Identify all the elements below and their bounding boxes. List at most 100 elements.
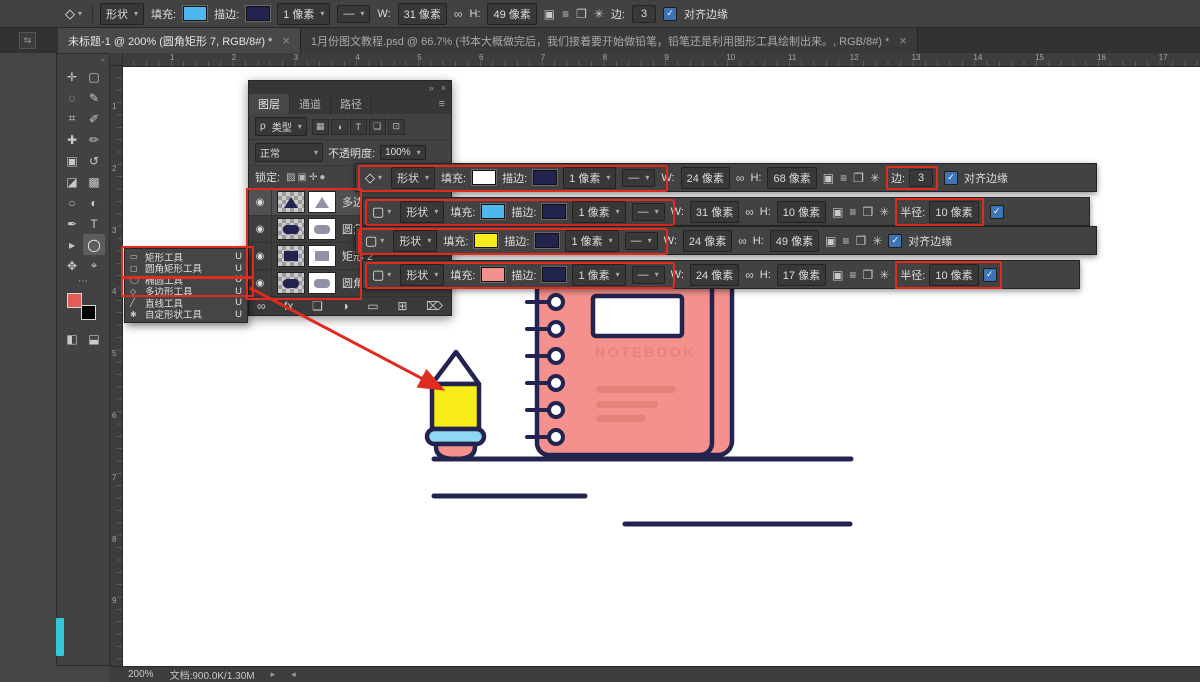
blur-tool[interactable]: ○ — [61, 192, 83, 213]
link-layers-icon[interactable]: ∞ — [257, 300, 266, 312]
shape-filter-icon[interactable]: ❏ — [369, 119, 386, 135]
visibility-eye-icon[interactable]: ◉ — [249, 189, 272, 215]
align-icon[interactable]: ≡ — [842, 235, 849, 247]
path-operations-icon[interactable]: ▣ — [544, 8, 555, 20]
quick-select-tool[interactable]: ✎ — [83, 87, 105, 108]
flyout-item[interactable]: ✱自定形状工具U — [125, 309, 247, 321]
align-icon[interactable]: ≡ — [840, 172, 847, 184]
stroke-swatch[interactable] — [246, 6, 270, 21]
height-field[interactable]: 68 像素 — [767, 167, 816, 189]
flyout-item[interactable]: ◇多边形工具U — [125, 286, 247, 298]
tab-layers[interactable]: 图层 — [249, 94, 290, 114]
visibility-eye-icon[interactable]: ◉ — [249, 216, 272, 242]
line-style-dropdown[interactable]: —▾ — [632, 266, 665, 284]
brush-tool[interactable]: ✏ — [83, 129, 105, 150]
gear-icon[interactable]: ✳ — [879, 206, 889, 218]
width-field[interactable]: 24 像素 — [681, 167, 730, 189]
gradient-tool[interactable]: ▩ — [83, 171, 105, 192]
dodge-tool[interactable]: ◐ — [83, 192, 105, 213]
tool-preset-dropdown[interactable]: ◇ ▾ — [62, 6, 85, 21]
status-arrow-icon[interactable]: ◂ — [291, 669, 296, 680]
zoom-level[interactable]: 200% — [128, 669, 154, 680]
panel-close-icon[interactable]: × — [441, 83, 446, 93]
new-layer-icon[interactable]: ⊞ — [397, 300, 407, 312]
type-tool[interactable]: T — [83, 213, 105, 234]
gear-icon[interactable]: ✳ — [870, 172, 880, 184]
line-style-dropdown[interactable]: —▾ — [625, 232, 658, 250]
type-filter-icon[interactable]: T — [350, 119, 367, 135]
gear-icon[interactable]: ✳ — [594, 8, 604, 20]
align-icon[interactable]: ≡ — [562, 8, 569, 20]
sides-field[interactable]: 3 — [632, 5, 656, 23]
width-field[interactable]: 24 像素 — [683, 230, 732, 252]
link-dimensions-icon[interactable]: ∞ — [745, 206, 754, 218]
sides-field[interactable]: 3 — [909, 169, 933, 187]
close-icon[interactable]: × — [899, 33, 907, 48]
lasso-tool[interactable]: ◌ — [61, 87, 83, 108]
align-edges-checkbox[interactable]: ✓ — [983, 268, 997, 282]
shape-mode-dropdown[interactable]: 形状▾ — [400, 201, 444, 223]
eraser-tool[interactable]: ◪ — [61, 171, 83, 192]
path-operations-icon[interactable]: ▣ — [825, 235, 836, 247]
stroke-swatch[interactable] — [542, 267, 566, 282]
height-field[interactable]: 49 像素 — [487, 3, 536, 25]
path-operations-icon[interactable]: ▣ — [832, 269, 843, 281]
align-edges-checkbox[interactable]: ✓ — [990, 205, 1004, 219]
lock-transparency-icon[interactable]: ▨ — [286, 172, 295, 183]
stroke-swatch[interactable] — [533, 170, 557, 185]
close-icon[interactable]: × — [282, 33, 290, 48]
smart-filter-icon[interactable]: ⊡ — [388, 119, 405, 135]
tab-channels[interactable]: 通道 — [290, 94, 331, 114]
line-style-dropdown[interactable]: — ▾ — [337, 5, 370, 23]
height-field[interactable]: 49 像素 — [770, 230, 819, 252]
link-dimensions-icon[interactable]: ∞ — [736, 172, 745, 184]
align-edges-checkbox[interactable]: ✓ — [944, 171, 958, 185]
crop-tool[interactable]: ⌗ — [61, 108, 83, 129]
panel-menu-icon[interactable]: ≡ — [433, 94, 451, 114]
path-operations-icon[interactable]: ▣ — [832, 206, 843, 218]
stroke-swatch[interactable] — [542, 204, 566, 219]
toolbar-more-icon[interactable]: ⋯ — [57, 277, 109, 289]
tool-dropdown[interactable]: ▢▾ — [369, 267, 394, 282]
layer-group-icon[interactable]: ▭ — [367, 300, 378, 312]
link-dimensions-icon[interactable]: ∞ — [454, 8, 463, 20]
path-operations-icon[interactable]: ▣ — [823, 172, 834, 184]
height-field[interactable]: 10 像素 — [777, 201, 826, 223]
shape-tool[interactable]: ◯ — [83, 234, 105, 255]
eyedropper-tool[interactable]: ✐ — [83, 108, 105, 129]
status-arrow-icon[interactable]: ▸ — [271, 669, 276, 680]
width-field[interactable]: 31 像素 — [398, 3, 447, 25]
link-dimensions-icon[interactable]: ∞ — [738, 235, 747, 247]
arrange-icon[interactable]: ❐ — [862, 269, 873, 281]
shape-mode-dropdown[interactable]: 形状 ▾ — [100, 3, 144, 25]
fill-swatch[interactable] — [481, 204, 505, 219]
stamp-tool[interactable]: ▣ — [61, 150, 83, 171]
opacity-dropdown[interactable]: 100% ▾ — [380, 145, 426, 160]
align-icon[interactable]: ≡ — [849, 206, 856, 218]
adjustment-layer-icon[interactable]: ◑ — [342, 300, 349, 312]
radius-field[interactable]: 10 像素 — [929, 201, 978, 223]
stroke-width-dropdown[interactable]: 1 像素▾ — [565, 230, 618, 252]
align-edges-checkbox[interactable]: ✓ — [663, 7, 677, 21]
filter-type-dropdown[interactable]: ρ 类型 ▾ — [255, 117, 307, 136]
arrange-icon[interactable]: ❐ — [862, 206, 873, 218]
panel-collapse-icon[interactable]: » — [429, 83, 434, 93]
tool-dropdown[interactable]: ◇▾ — [362, 170, 385, 185]
fill-swatch[interactable] — [474, 233, 498, 248]
line-style-dropdown[interactable]: —▾ — [622, 169, 655, 187]
workspace-toggle-icon[interactable]: ⇆ — [19, 32, 36, 49]
align-icon[interactable]: ≡ — [849, 269, 856, 281]
gear-icon[interactable]: ✳ — [872, 235, 882, 247]
link-dimensions-icon[interactable]: ∞ — [745, 269, 754, 281]
zoom-tool[interactable]: ⌖ — [83, 255, 105, 276]
marquee-tool[interactable]: ▢ — [83, 66, 105, 87]
document-tab-2[interactable]: 1月份图文教程.psd @ 66.7% (书本大概做完后，我们接着要开始做铅笔，… — [301, 28, 918, 53]
tool-dropdown[interactable]: ▢▾ — [369, 204, 394, 219]
shape-mode-dropdown[interactable]: 形状▾ — [393, 230, 437, 252]
stroke-width-dropdown[interactable]: 1 像素▾ — [563, 167, 616, 189]
radius-field[interactable]: 10 像素 — [929, 264, 978, 286]
screen-mode-icon[interactable]: ⬓ — [83, 328, 105, 349]
stroke-swatch[interactable] — [535, 233, 559, 248]
shape-mode-dropdown[interactable]: 形状▾ — [400, 264, 444, 286]
adjustment-filter-icon[interactable]: ◑ — [331, 119, 348, 135]
